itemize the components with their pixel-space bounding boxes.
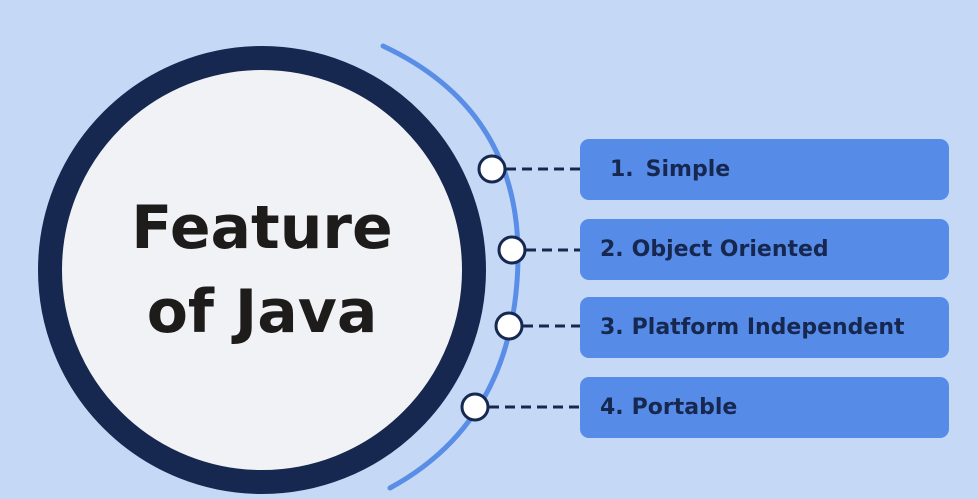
- central-hub-circle: Feature of Java: [38, 46, 486, 494]
- connector-node-3: [494, 311, 524, 341]
- feature-label: Portable: [631, 395, 738, 420]
- connector-node-4: [460, 392, 490, 422]
- feature-label: Simple: [645, 157, 731, 182]
- java-features-diagram: Feature of Java 1. Simple 2. Object Orie…: [0, 0, 978, 499]
- feature-number: 2.: [600, 237, 624, 262]
- feature-box-portable: 4. Portable: [580, 377, 949, 438]
- hub-title-line-1: Feature: [131, 193, 393, 263]
- connector-node-2: [497, 235, 527, 265]
- feature-label: Object Oriented: [631, 237, 829, 262]
- hub-title-line-2: of Java: [146, 277, 378, 347]
- connector-node-1: [477, 154, 507, 184]
- feature-box-simple: 1. Simple: [580, 139, 949, 200]
- feature-number: 3.: [600, 315, 624, 340]
- feature-label: Platform Independent: [631, 315, 905, 340]
- feature-number: 1.: [610, 157, 634, 182]
- feature-number: 4.: [600, 395, 624, 420]
- feature-box-platform-independent: 3. Platform Independent: [580, 297, 949, 358]
- feature-box-object-oriented: 2. Object Oriented: [580, 219, 949, 280]
